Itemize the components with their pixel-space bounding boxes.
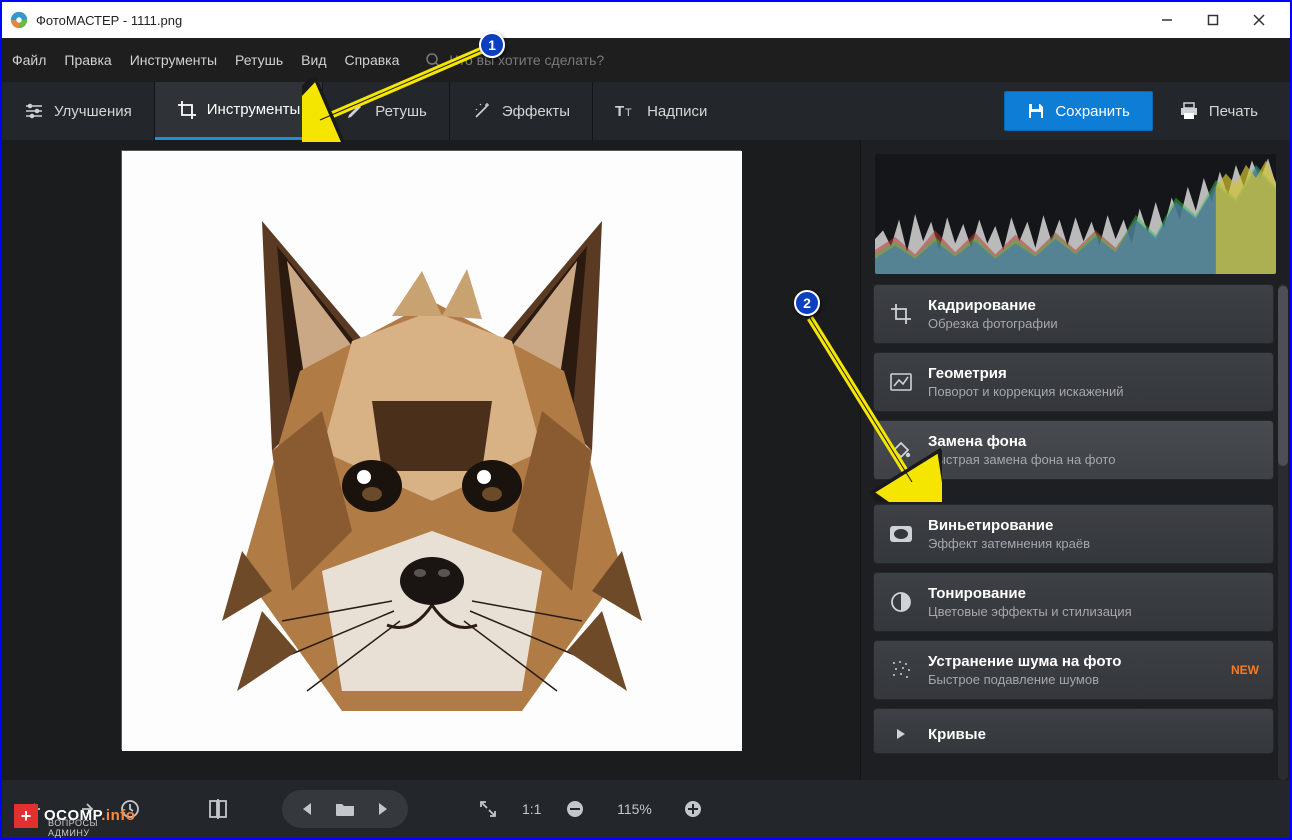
prev-file-button[interactable]	[292, 794, 322, 824]
panel-title: Виньетирование	[928, 517, 1090, 534]
zoom-fit-label[interactable]: 1:1	[522, 801, 541, 817]
panel-denoise[interactable]: Устранение шума на фото Быстрое подавлени…	[873, 640, 1274, 700]
save-button[interactable]: Сохранить	[1004, 91, 1153, 131]
panel-scrollbar-thumb[interactable]	[1278, 286, 1288, 466]
panel-sub: Цветовые эффекты и стилизация	[928, 604, 1132, 619]
tab-label: Эффекты	[502, 103, 570, 120]
save-icon	[1027, 102, 1045, 120]
panel-title: Геометрия	[928, 365, 1124, 382]
panel-vignette[interactable]: Виньетирование Эффект затемнения краёв	[873, 504, 1274, 564]
panel-sub: Быстрая замена фона на фото	[928, 452, 1115, 467]
curves-icon	[888, 721, 914, 747]
noise-icon	[888, 657, 914, 683]
panel-title: Кривые	[928, 726, 986, 743]
window-close-button[interactable]	[1236, 6, 1282, 34]
canvas-area[interactable]	[2, 140, 860, 780]
watermark-sub: ВОПРОСЫ АДМИНУ	[48, 818, 135, 838]
window-minimize-button[interactable]	[1144, 6, 1190, 34]
watermark-plus-icon: +	[14, 804, 38, 828]
window-title: ФотоМАСТЕР - 1111.png	[36, 13, 182, 28]
tab-enhance[interactable]: Улучшения	[2, 82, 155, 140]
app-logo-icon	[10, 11, 28, 29]
panel-sub: Поворот и коррекция искажений	[928, 384, 1124, 399]
zoom-value: 115%	[609, 801, 659, 817]
menu-file[interactable]: Файл	[12, 52, 46, 68]
panel-curves[interactable]: Кривые	[873, 708, 1274, 754]
print-button[interactable]: Печать	[1165, 92, 1272, 130]
tab-text[interactable]: TT Надписи	[593, 82, 729, 140]
panel-title: Устранение шума на фото	[928, 653, 1121, 670]
panel-title: Кадрирование	[928, 297, 1058, 314]
panel-sub: Обрезка фотографии	[928, 316, 1058, 331]
new-badge: NEW	[1231, 663, 1259, 677]
status-bar: 1:1 115%	[2, 780, 1290, 838]
vignette-icon	[888, 521, 914, 547]
panel-toning[interactable]: Тонирование Цветовые эффекты и стилизация	[873, 572, 1274, 632]
zoom-in-button[interactable]	[675, 791, 711, 827]
main-toolbar: Улучшения Инструменты Ретушь Эффекты TT …	[2, 82, 1290, 140]
sliders-icon	[24, 101, 44, 121]
panel-sub: Эффект затемнения краёв	[928, 536, 1090, 551]
file-nav	[282, 790, 408, 828]
fit-screen-button[interactable]	[470, 791, 506, 827]
image-preview[interactable]	[121, 150, 741, 750]
watermark: + OCOMP.info ВОПРОСЫ АДМИНУ	[14, 804, 135, 828]
crop-icon	[177, 100, 197, 120]
menu-retouch[interactable]: Ретушь	[235, 52, 283, 68]
tone-icon	[888, 589, 914, 615]
tab-tools[interactable]: Инструменты	[155, 82, 324, 140]
window-maximize-button[interactable]	[1190, 6, 1236, 34]
tab-label: Инструменты	[207, 101, 301, 118]
callout-arrow-1	[302, 42, 492, 142]
callout-badge-2: 2	[794, 290, 820, 316]
open-folder-button[interactable]	[330, 794, 360, 824]
menu-edit[interactable]: Правка	[64, 52, 111, 68]
save-label: Сохранить	[1055, 103, 1130, 120]
window-titlebar: ФотоМАСТЕР - 1111.png	[2, 2, 1290, 38]
next-file-button[interactable]	[368, 794, 398, 824]
text-icon: TT	[615, 101, 637, 121]
zoom-out-button[interactable]	[557, 791, 593, 827]
menu-bar: Файл Правка Инструменты Ретушь Вид Справ…	[2, 38, 1290, 82]
tab-label: Улучшения	[54, 103, 132, 120]
callout-arrow-2	[802, 312, 942, 502]
print-icon	[1179, 102, 1199, 120]
panel-title: Тонирование	[928, 585, 1132, 602]
menu-tools[interactable]: Инструменты	[130, 52, 217, 68]
compare-button[interactable]	[200, 791, 236, 827]
histogram[interactable]	[875, 154, 1276, 274]
print-label: Печать	[1209, 103, 1258, 120]
panel-title: Замена фона	[928, 433, 1115, 450]
svg-text:T: T	[625, 107, 632, 119]
callout-badge-1: 1	[479, 32, 505, 58]
panel-sub: Быстрое подавление шумов	[928, 672, 1121, 687]
tab-label: Надписи	[647, 103, 707, 120]
svg-text:T: T	[615, 103, 624, 120]
